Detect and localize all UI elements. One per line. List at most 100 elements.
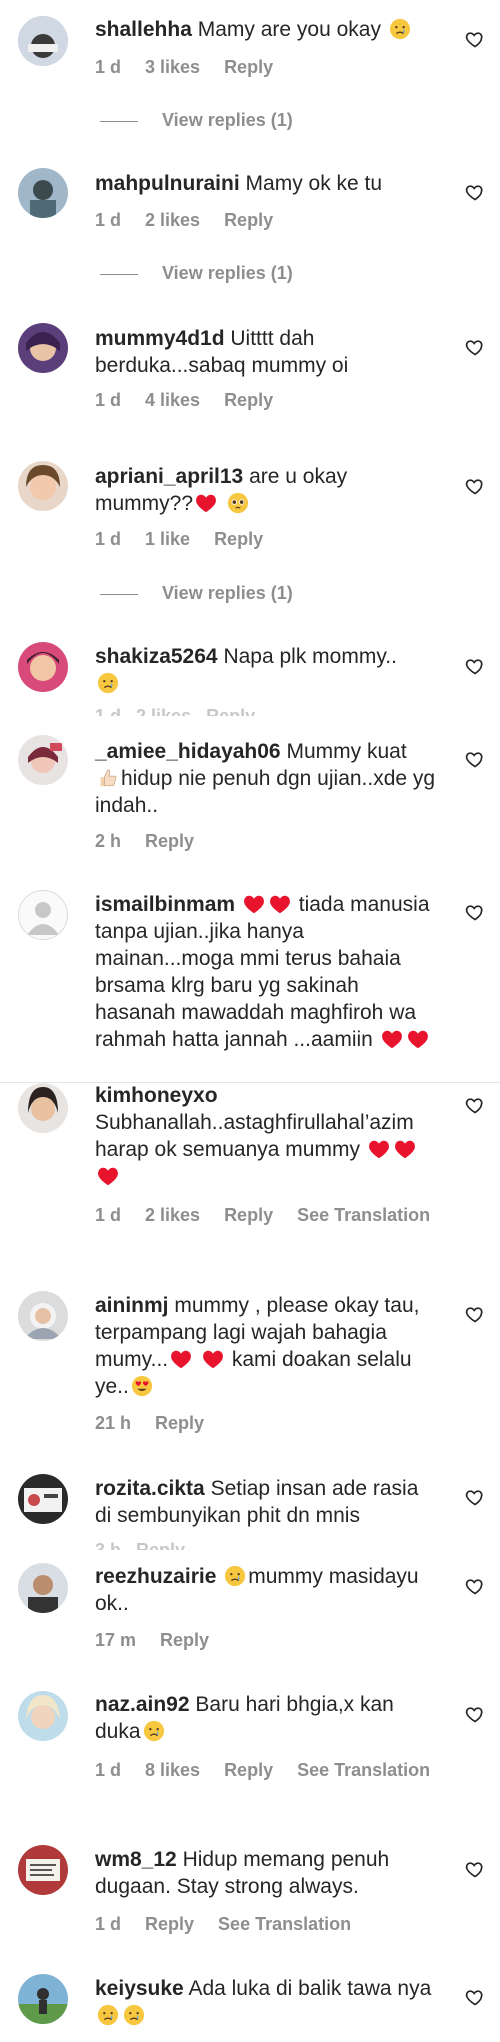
crying-face-emoji <box>389 18 411 40</box>
heart-outline-icon[interactable] <box>465 902 485 922</box>
red-heart-emoji <box>195 492 217 514</box>
username[interactable]: wm8_12 <box>95 1848 177 1871</box>
comment-text: Subhanallah..astaghfirullahal’azim harap… <box>95 1111 414 1161</box>
avatar[interactable] <box>18 890 68 940</box>
username[interactable]: ismailbinmam <box>95 893 235 916</box>
username[interactable]: naz.ain92 <box>95 1693 190 1716</box>
reply-button[interactable]: Reply <box>224 1760 273 1780</box>
red-heart-emoji <box>407 1028 429 1050</box>
timestamp: 1 d <box>95 57 122 77</box>
thumbs-up-emoji <box>97 767 119 789</box>
username[interactable]: kimhoneyxo <box>95 1084 218 1107</box>
likes-count[interactable]: 8 likes <box>145 1760 200 1780</box>
crying-face-emoji <box>123 2004 145 2026</box>
heart-outline-icon[interactable] <box>465 1304 485 1324</box>
likes-count[interactable]: 2 likes <box>145 1205 200 1225</box>
red-heart-emoji <box>269 893 291 915</box>
avatar[interactable] <box>18 461 68 511</box>
red-heart-emoji <box>394 1138 416 1160</box>
avatar[interactable] <box>18 1563 68 1613</box>
red-heart-emoji <box>202 1348 224 1370</box>
red-heart-emoji <box>97 1165 119 1187</box>
crying-face-emoji <box>97 2004 119 2026</box>
pleading-face-emoji <box>227 492 249 514</box>
likes-count[interactable]: 1 like <box>145 529 190 549</box>
see-translation-button[interactable]: See Translation <box>218 1914 351 1934</box>
likes-count[interactable]: 2 likes <box>145 210 200 230</box>
crying-face-emoji <box>143 1720 165 1742</box>
comment-text: Ada luka di balik tawa nya <box>188 1977 432 2000</box>
username[interactable]: mummy4d1d <box>95 327 225 350</box>
heart-outline-icon[interactable] <box>465 29 485 49</box>
username[interactable]: shakiza5264 <box>95 645 218 668</box>
reply-button[interactable]: Reply <box>155 1413 204 1433</box>
likes-count[interactable]: 3 likes <box>145 57 200 77</box>
heart-outline-icon[interactable] <box>465 749 485 769</box>
clipped-meta: 1 d 2 likes Reply <box>95 706 256 716</box>
avatar[interactable] <box>18 642 68 692</box>
username[interactable]: shallehha <box>95 18 192 41</box>
avatar[interactable] <box>18 735 68 785</box>
reply-button[interactable]: Reply <box>224 1205 273 1225</box>
red-heart-emoji <box>170 1348 192 1370</box>
heart-outline-icon[interactable] <box>465 1859 485 1879</box>
reply-button[interactable]: Reply <box>145 831 194 851</box>
crying-face-emoji <box>97 672 119 694</box>
see-translation-button[interactable]: See Translation <box>297 1760 430 1780</box>
avatar[interactable] <box>18 16 68 66</box>
comment-text-continued: hidup nie penuh dgn ujian..xde yg indah.… <box>95 767 436 817</box>
red-heart-emoji <box>368 1138 390 1160</box>
timestamp: 2 h <box>95 831 122 851</box>
heart-outline-icon[interactable] <box>465 1987 485 2007</box>
red-heart-emoji <box>243 893 265 915</box>
comment-text: tiada manusia tanpa ujian..jika hanya ma… <box>95 893 430 1051</box>
comment-text: Mummy kuat <box>286 740 407 763</box>
username[interactable]: apriani_april13 <box>95 465 243 488</box>
likes-count[interactable]: 4 likes <box>145 390 200 410</box>
avatar[interactable] <box>18 1974 68 2024</box>
heart-outline-icon[interactable] <box>465 1095 485 1115</box>
reply-button[interactable]: Reply <box>145 1914 194 1934</box>
red-heart-emoji <box>381 1028 403 1050</box>
reply-button[interactable]: Reply <box>214 529 263 549</box>
timestamp: 21 h <box>95 1413 132 1433</box>
username[interactable]: _amiee_hidayah06 <box>95 740 281 763</box>
heart-outline-icon[interactable] <box>465 476 485 496</box>
heart-outline-icon[interactable] <box>465 337 485 357</box>
heart-outline-icon[interactable] <box>465 1576 485 1596</box>
comment-text: Napa plk mommy.. <box>223 645 397 668</box>
reply-button[interactable]: Reply <box>224 210 273 230</box>
username[interactable]: aininmj <box>95 1294 169 1317</box>
username[interactable]: rozita.cikta <box>95 1477 205 1500</box>
avatar[interactable] <box>18 168 68 218</box>
timestamp: 17 m <box>95 1630 137 1650</box>
reply-button[interactable]: Reply <box>160 1630 209 1650</box>
username[interactable]: reezhuzairie <box>95 1565 216 1588</box>
crying-face-emoji <box>224 1565 246 1587</box>
view-replies-button[interactable]: View replies (1) <box>100 583 293 604</box>
heart-outline-icon[interactable] <box>465 182 485 202</box>
view-replies-button[interactable]: View replies (1) <box>100 110 293 131</box>
heart-outline-icon[interactable] <box>465 1487 485 1507</box>
reply-button[interactable]: Reply <box>224 57 273 77</box>
see-translation-button[interactable]: See Translation <box>297 1205 430 1225</box>
reply-button[interactable]: Reply <box>224 390 273 410</box>
heart-eyes-emoji <box>131 1375 153 1397</box>
heart-outline-icon[interactable] <box>465 1704 485 1724</box>
avatar[interactable] <box>18 1291 68 1341</box>
timestamp: 1 d <box>95 1760 122 1780</box>
avatar[interactable] <box>18 1083 68 1133</box>
avatar[interactable] <box>18 323 68 373</box>
timestamp: 1 d <box>95 1205 122 1225</box>
timestamp: 1 d <box>95 210 122 230</box>
avatar[interactable] <box>18 1691 68 1741</box>
comment-text: Mamy ok ke tu <box>245 172 383 195</box>
comment-text: Mamy are you okay <box>197 18 381 41</box>
view-replies-button[interactable]: View replies (1) <box>100 263 293 284</box>
timestamp: 1 d <box>95 390 122 410</box>
avatar[interactable] <box>18 1474 68 1524</box>
username[interactable]: mahpulnuraini <box>95 172 240 195</box>
heart-outline-icon[interactable] <box>465 656 485 676</box>
avatar[interactable] <box>18 1845 68 1895</box>
username[interactable]: keiysuke <box>95 1977 184 2000</box>
